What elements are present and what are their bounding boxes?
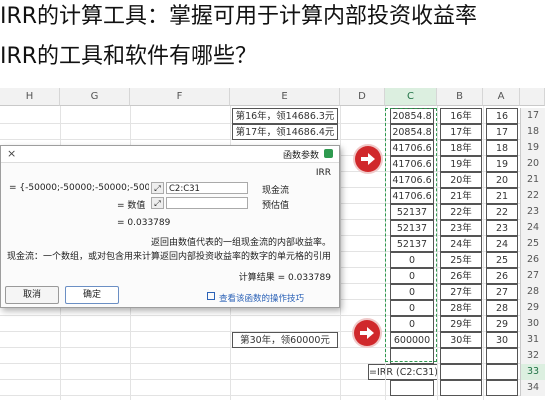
cell-a[interactable]: 23: [486, 220, 518, 236]
cell-a[interactable]: 26: [486, 268, 518, 284]
cell-b[interactable]: 23年: [440, 220, 482, 236]
cell-e[interactable]: 第16年，领14686.3元: [232, 108, 338, 124]
cell-b[interactable]: 17年: [440, 124, 482, 140]
cell-b[interactable]: 25年: [440, 252, 482, 268]
cell-b[interactable]: [440, 348, 482, 364]
arg1-input[interactable]: C2:C31: [166, 182, 248, 194]
cell-b[interactable]: 22年: [440, 204, 482, 220]
col-header-f[interactable]: F: [130, 88, 230, 106]
row-header[interactable]: 20: [520, 156, 545, 172]
cell-b[interactable]: 30年: [440, 332, 482, 348]
arg2-label: 预估值: [261, 201, 289, 211]
cell-b[interactable]: 26年: [440, 268, 482, 284]
col-header-e[interactable]: E: [230, 88, 340, 106]
cell-a[interactable]: [486, 380, 518, 396]
cell-b[interactable]: [440, 364, 482, 380]
help-link[interactable]: 查看该函数的操作技巧: [219, 292, 304, 304]
row-header[interactable]: 24: [520, 220, 545, 236]
row-header[interactable]: 34: [520, 380, 545, 396]
row-header[interactable]: 25: [520, 236, 545, 252]
row-header[interactable]: 32: [520, 348, 545, 364]
arg2-input[interactable]: [166, 197, 248, 209]
cell-a[interactable]: 18: [486, 140, 518, 156]
cell-a[interactable]: 19: [486, 156, 518, 172]
cell-b[interactable]: 24年: [440, 236, 482, 252]
help-icon: [207, 292, 215, 300]
cell-b[interactable]: 20年: [440, 172, 482, 188]
cell-c-formula[interactable]: =IRR (C2:C31): [368, 364, 438, 380]
column-gridline: [483, 106, 484, 400]
cell-c[interactable]: [390, 380, 434, 396]
cell-b[interactable]: 16年: [440, 108, 482, 124]
formula-result: = 0.033789: [117, 218, 171, 228]
dialog-title: 函数参数: [282, 151, 319, 161]
callout-arrow-icon-lower: [354, 320, 380, 346]
row-header[interactable]: 22: [520, 188, 545, 204]
cell-a[interactable]: 21: [486, 188, 518, 204]
cell-a[interactable]: 24: [486, 236, 518, 252]
cell-a[interactable]: 30: [486, 332, 518, 348]
cell-a[interactable]: 20: [486, 172, 518, 188]
row-header[interactable]: 33: [520, 364, 545, 380]
ok-button[interactable]: 确定: [65, 286, 119, 304]
function-description: 返回由数值代表的一组现金流的内部收益率。: [150, 238, 331, 248]
cell-b[interactable]: 21年: [440, 188, 482, 204]
arg2-range-picker-icon[interactable]: ⤢: [151, 197, 164, 209]
row-header[interactable]: 27: [520, 268, 545, 284]
close-icon[interactable]: ×: [7, 147, 16, 160]
row-header[interactable]: 19: [520, 140, 545, 156]
col-header-a[interactable]: A: [483, 88, 520, 106]
article-title-line1: IRR的计算工具：掌握可用于计算内部投资收益率: [0, 4, 478, 29]
row-header[interactable]: 21: [520, 172, 545, 188]
cell-a[interactable]: [486, 348, 518, 364]
dialog-titlebar[interactable]: × 函数参数: [1, 146, 339, 163]
cell-a[interactable]: 25: [486, 252, 518, 268]
function-arguments-dialog[interactable]: × 函数参数 IRR 现金流 C2:C31 ⤢ = {-50000;-50000…: [0, 145, 340, 308]
cell-b[interactable]: 29年: [440, 316, 482, 332]
col-header-b[interactable]: B: [437, 88, 483, 106]
cell-b[interactable]: 27年: [440, 284, 482, 300]
row-header[interactable]: 28: [520, 284, 545, 300]
col-header-h[interactable]: H: [0, 88, 60, 106]
cell-a[interactable]: 27: [486, 284, 518, 300]
col-header-g[interactable]: G: [60, 88, 130, 106]
cell-a[interactable]: 16: [486, 108, 518, 124]
cell-e[interactable]: 第30年，领60000元: [232, 332, 338, 348]
row-header[interactable]: 31: [520, 332, 545, 348]
cell-b[interactable]: [440, 380, 482, 396]
cell-b[interactable]: 28年: [440, 300, 482, 316]
cell-a[interactable]: 22: [486, 204, 518, 220]
arg1-range-picker-icon[interactable]: ⤢: [151, 182, 164, 194]
cell-a[interactable]: 28: [486, 300, 518, 316]
cancel-button[interactable]: 取消: [5, 286, 59, 304]
arg1-label: 现金流: [261, 186, 289, 196]
col-header-c[interactable]: C: [385, 88, 437, 106]
arg2-result: = 数值: [117, 201, 146, 211]
row-header[interactable]: 23: [520, 204, 545, 220]
row-header[interactable]: 26: [520, 252, 545, 268]
cell-a[interactable]: 17: [486, 124, 518, 140]
col-header-d[interactable]: D: [340, 88, 385, 106]
column-gridline: [340, 106, 341, 400]
article-title-line2: IRR的工具和软件有哪些？: [0, 44, 258, 69]
argument-description: 现金流：一个数组，或对包含用来计算返回内部投资收益率的数字的单元格的引用: [6, 252, 331, 262]
app-logo-icon: [324, 149, 333, 158]
callout-arrow-icon: [355, 146, 381, 172]
cell-b[interactable]: 19年: [440, 156, 482, 172]
function-name: IRR: [315, 168, 331, 178]
cell-a[interactable]: 29: [486, 316, 518, 332]
row-header[interactable]: 17: [520, 108, 545, 124]
row-header[interactable]: 29: [520, 300, 545, 316]
row-header[interactable]: 18: [520, 124, 545, 140]
cell-a[interactable]: [486, 364, 518, 380]
row-header[interactable]: 30: [520, 316, 545, 332]
range-selection-marquee: [385, 108, 437, 362]
arg1-result: = {-50000;-50000;-50000;-5000...: [9, 183, 149, 193]
column-gridline: [437, 106, 438, 400]
cell-b[interactable]: 18年: [440, 140, 482, 156]
calc-result: 计算结果 = 0.033789: [238, 273, 331, 283]
cell-e[interactable]: 第17年，领14686.4元: [232, 124, 338, 140]
select-all-corner[interactable]: [520, 88, 545, 106]
